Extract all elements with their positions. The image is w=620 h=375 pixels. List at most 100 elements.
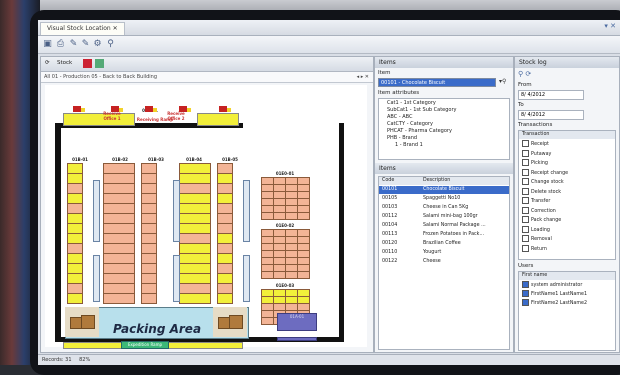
rack-header: 01B-03	[148, 157, 164, 162]
filter-icon[interactable]: ▾⚲	[499, 78, 509, 87]
list-item[interactable]: Removal	[519, 235, 615, 243]
list-item[interactable]: Putaway	[519, 149, 615, 158]
checkbox[interactable]	[522, 290, 529, 297]
table-row[interactable]: 00101 Chocolate Biscuit	[379, 186, 509, 194]
tree-item[interactable]: 1 - Brand 1	[395, 142, 423, 149]
tool-icon[interactable]: ⚙	[92, 39, 103, 50]
list-item[interactable]: Correction	[519, 206, 615, 215]
aisle-marker	[173, 180, 180, 242]
checkbox[interactable]	[522, 235, 529, 242]
item-description: Chocolate Biscuit	[423, 187, 465, 192]
list-item[interactable]: FirstName1 LastName1	[519, 290, 615, 298]
purple-zone[interactable]: 01A-01	[277, 313, 317, 331]
list-item[interactable]: Return	[519, 244, 615, 253]
rack-cell[interactable]	[67, 293, 83, 304]
list-item[interactable]: Delete stock	[519, 187, 615, 196]
checkbox[interactable]	[522, 187, 529, 195]
save-icon[interactable]: ▣	[42, 39, 53, 50]
checkbox[interactable]	[522, 206, 529, 214]
checkbox[interactable]	[522, 197, 529, 204]
zoom-level: 82%	[79, 357, 91, 363]
right-rack-header: 01E0-02	[275, 223, 295, 228]
attribute-tree[interactable]: Cat1 - 1st Category SubCat1 - 1st Sub Ca…	[378, 98, 510, 160]
tree-item[interactable]: PHB - Brand	[387, 135, 417, 142]
pen2-icon[interactable]: ✎	[80, 39, 91, 50]
list-item[interactable]: Pack change	[519, 216, 615, 224]
statusbar: Records: 31 82%	[38, 354, 620, 365]
list-item[interactable]: Transfer	[519, 197, 615, 205]
transactions-list[interactable]: Transaction Receipt Putaway Picking Receipt…	[518, 130, 616, 260]
to-label: To	[518, 102, 524, 108]
warehouse-map[interactable]: Receive Office 1 Receive Office 2 03B-01…	[45, 85, 367, 349]
column-description[interactable]: Description	[423, 177, 450, 185]
table-row[interactable]: 00105 Spaggetti No10	[379, 195, 509, 203]
breadcrumb[interactable]: All 01 - Production 05 - Back to Back Bu…	[41, 72, 373, 83]
from-date-input[interactable]: 8/ 4/2012	[518, 90, 584, 100]
refresh-search-icon[interactable]: ⚲ ⟳	[518, 70, 531, 78]
list-item[interactable]: Picking	[519, 159, 615, 167]
list-item[interactable]: Receipt	[519, 140, 615, 148]
checkbox[interactable]	[522, 244, 529, 252]
table-row[interactable]: 00103 Cheese in Can 5Kg	[379, 204, 509, 212]
list-item[interactable]: Receipt change	[519, 168, 615, 177]
items-panel-title: Items	[375, 57, 513, 68]
table-row[interactable]: 00104 Salami Normal Package ...	[379, 222, 509, 230]
breadcrumb-nav-icon[interactable]: ◂ ▸ ✕	[357, 72, 369, 82]
rack-cell[interactable]	[179, 293, 211, 304]
item-select[interactable]: 00101 - Chocolate Biscuit	[378, 78, 496, 87]
checkbox[interactable]	[522, 178, 529, 185]
tree-item[interactable]: CatCTY - Category	[387, 121, 433, 128]
table-row[interactable]: 00122 Cheese	[379, 258, 509, 266]
table-row[interactable]: 00112 Salami mini-bag 100gr	[379, 213, 509, 221]
checkbox[interactable]	[522, 216, 529, 223]
tab-visual-stock-location[interactable]: Visual Stock Location ✕	[40, 22, 125, 35]
checkbox[interactable]	[522, 299, 529, 306]
checkbox[interactable]	[522, 159, 529, 166]
rack-cell[interactable]	[297, 271, 310, 279]
checkbox[interactable]	[522, 140, 529, 147]
item-description: Yougurt	[423, 250, 442, 255]
print-icon[interactable]: ⎙	[55, 39, 66, 50]
map-icon[interactable]	[83, 59, 92, 68]
tree-item[interactable]: ABC - ABC	[387, 114, 413, 121]
firstname-column[interactable]: First name	[522, 272, 547, 280]
rack-cell[interactable]	[141, 293, 157, 304]
items-table[interactable]: Code Description 00101 Chocolate Biscuit 0…	[378, 176, 510, 350]
to-date-input[interactable]: 8/ 4/2012	[518, 110, 584, 120]
rack-cell[interactable]	[297, 212, 310, 220]
rack-cell[interactable]	[217, 293, 233, 304]
list-item[interactable]: FirstName2 LastName2	[519, 299, 615, 307]
rack-header: 01B-02	[112, 157, 128, 162]
transactions-header: Transaction	[519, 131, 615, 139]
tree-item[interactable]: PHCAT - Pharma Category	[387, 128, 452, 135]
list-item[interactable]: system administrator	[519, 281, 615, 289]
search-icon[interactable]: ⚲	[105, 39, 116, 50]
tree-item[interactable]: Cat1 - 1st Category	[387, 100, 436, 107]
list-item[interactable]: Loading	[519, 225, 615, 234]
user-label: FirstName1 LastName1	[531, 292, 588, 297]
checkbox[interactable]	[522, 168, 529, 176]
item-description: Brazilian Coffee	[423, 241, 461, 246]
purple-zone[interactable]	[277, 337, 317, 341]
table-row[interactable]: 00120 Brazilian Coffee	[379, 240, 509, 248]
column-code[interactable]: Code	[382, 177, 394, 185]
tree-item[interactable]: SubCat1 - 1st Sub Category	[387, 107, 456, 114]
rack-cell[interactable]	[103, 293, 135, 304]
transaction-column[interactable]: Transaction	[522, 131, 549, 139]
refresh-icon[interactable]: ⟳	[45, 60, 50, 66]
layout-icon[interactable]	[95, 59, 104, 68]
window-controls[interactable]: ▾ ✕	[604, 22, 616, 30]
stock-panel: ⟳ Stock All 01 - Production 05 - Back to…	[40, 56, 374, 353]
pen-icon[interactable]: ✎	[68, 39, 79, 50]
transaction-label: Change stock	[531, 180, 564, 185]
table-row[interactable]: 00113 Frozen Potatoes in Pack...	[379, 231, 509, 239]
table-row[interactable]: 00110 Yougurt	[379, 249, 509, 257]
checkbox[interactable]	[522, 281, 529, 288]
wall-right	[339, 123, 344, 342]
list-item[interactable]: Change stock	[519, 178, 615, 186]
checkbox[interactable]	[522, 149, 529, 157]
stock-tab[interactable]: Stock	[57, 60, 72, 66]
item-code: 00113	[382, 232, 398, 237]
users-list[interactable]: First name system administrator FirstName…	[518, 271, 616, 351]
checkbox[interactable]	[522, 225, 529, 233]
